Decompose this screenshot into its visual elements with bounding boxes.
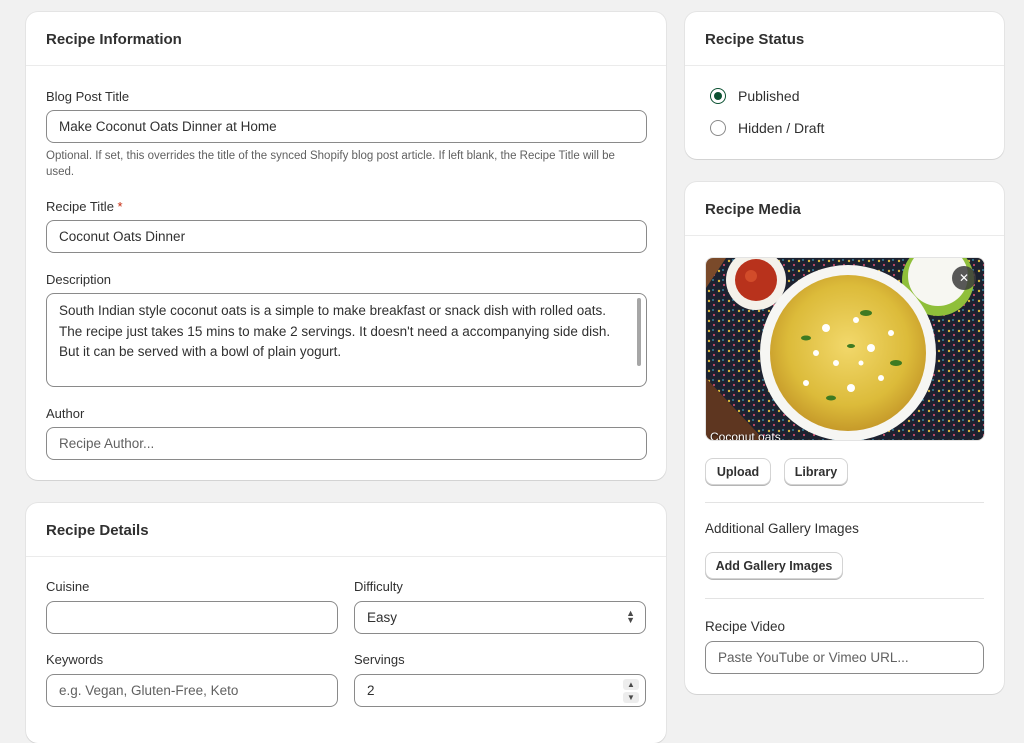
status-option-label: Published bbox=[738, 88, 800, 104]
upload-button[interactable]: Upload bbox=[705, 458, 771, 485]
description-scrollbar[interactable] bbox=[637, 298, 641, 366]
library-button[interactable]: Library bbox=[784, 458, 848, 485]
servings-input[interactable]: 2 ▲ ▼ bbox=[354, 674, 646, 707]
cuisine-label: Cuisine bbox=[46, 579, 90, 594]
status-option-label: Hidden / Draft bbox=[738, 120, 825, 136]
recipe-information-card: Recipe Information Blog Post Title Make … bbox=[26, 12, 666, 480]
remove-image-close-icon[interactable]: ✕ bbox=[952, 266, 976, 290]
stepper-up-icon[interactable]: ▲ bbox=[623, 679, 639, 690]
recipe-details-header: Recipe Details bbox=[26, 503, 666, 557]
recipe-details-title: Recipe Details bbox=[46, 522, 149, 539]
radio-checked-icon[interactable] bbox=[710, 88, 726, 104]
recipe-media-header: Recipe Media bbox=[685, 182, 1004, 236]
stepper-down-icon[interactable]: ▼ bbox=[623, 692, 639, 703]
servings-value: 2 bbox=[367, 683, 375, 698]
difficulty-select[interactable]: Easy ▲ ▼ bbox=[354, 601, 646, 634]
servings-stepper[interactable]: ▲ ▼ bbox=[623, 679, 639, 703]
radio-unchecked-icon[interactable] bbox=[710, 120, 726, 136]
coconut-oats-photo bbox=[706, 258, 984, 440]
recipe-information-header: Recipe Information bbox=[26, 12, 666, 66]
blog-post-title-help: Optional. If set, this overrides the tit… bbox=[46, 150, 615, 178]
difficulty-label: Difficulty bbox=[354, 579, 403, 594]
author-label: Author bbox=[46, 406, 85, 421]
recipe-details-card: Recipe Details Cuisine Difficulty Easy ▲… bbox=[26, 503, 666, 743]
description-textarea[interactable]: South Indian style coconut oats is a sim… bbox=[46, 293, 647, 387]
recipe-status-title: Recipe Status bbox=[705, 31, 805, 48]
recipe-media-card: Recipe Media ✕ Coconut oats Upload Libra… bbox=[685, 182, 1004, 694]
add-gallery-images-button[interactable]: Add Gallery Images bbox=[705, 552, 843, 579]
recipe-media-title: Recipe Media bbox=[705, 201, 801, 218]
recipe-status-header: Recipe Status bbox=[685, 12, 1004, 66]
gallery-label: Additional Gallery Images bbox=[705, 521, 859, 536]
description-label: Description bbox=[46, 272, 112, 287]
description-text: South Indian style coconut oats is a sim… bbox=[59, 303, 611, 359]
blog-post-title-label: Blog Post Title bbox=[46, 89, 130, 104]
difficulty-value: Easy bbox=[367, 610, 398, 625]
blog-post-title-input[interactable]: Make Coconut Oats Dinner at Home bbox=[46, 110, 647, 143]
required-marker: * bbox=[117, 199, 123, 214]
recipe-video-input[interactable]: Paste YouTube or Vimeo URL... bbox=[705, 641, 984, 674]
recipe-title-label-text: Recipe Title bbox=[46, 199, 114, 214]
divider bbox=[705, 502, 984, 503]
select-chevron-icon: ▲ ▼ bbox=[626, 608, 635, 625]
cuisine-input[interactable] bbox=[46, 601, 338, 634]
keywords-label: Keywords bbox=[46, 652, 104, 667]
servings-label: Servings bbox=[354, 652, 405, 667]
status-option-hidden-draft[interactable]: Hidden / Draft bbox=[710, 120, 824, 136]
keywords-input[interactable]: e.g. Vegan, Gluten-Free, Keto bbox=[46, 674, 338, 707]
recipe-title-input[interactable]: Coconut Oats Dinner bbox=[46, 220, 647, 253]
recipe-status-card: Recipe Status Published Hidden / Draft bbox=[685, 12, 1004, 159]
image-caption: Coconut oats bbox=[710, 430, 781, 441]
status-option-published[interactable]: Published bbox=[710, 88, 800, 104]
divider bbox=[705, 598, 984, 599]
recipe-video-label: Recipe Video bbox=[705, 619, 786, 634]
recipe-image[interactable]: ✕ Coconut oats bbox=[705, 257, 985, 441]
author-input[interactable]: Recipe Author... bbox=[46, 427, 647, 460]
recipe-information-title: Recipe Information bbox=[46, 31, 182, 48]
recipe-title-label: Recipe Title * bbox=[46, 199, 123, 214]
